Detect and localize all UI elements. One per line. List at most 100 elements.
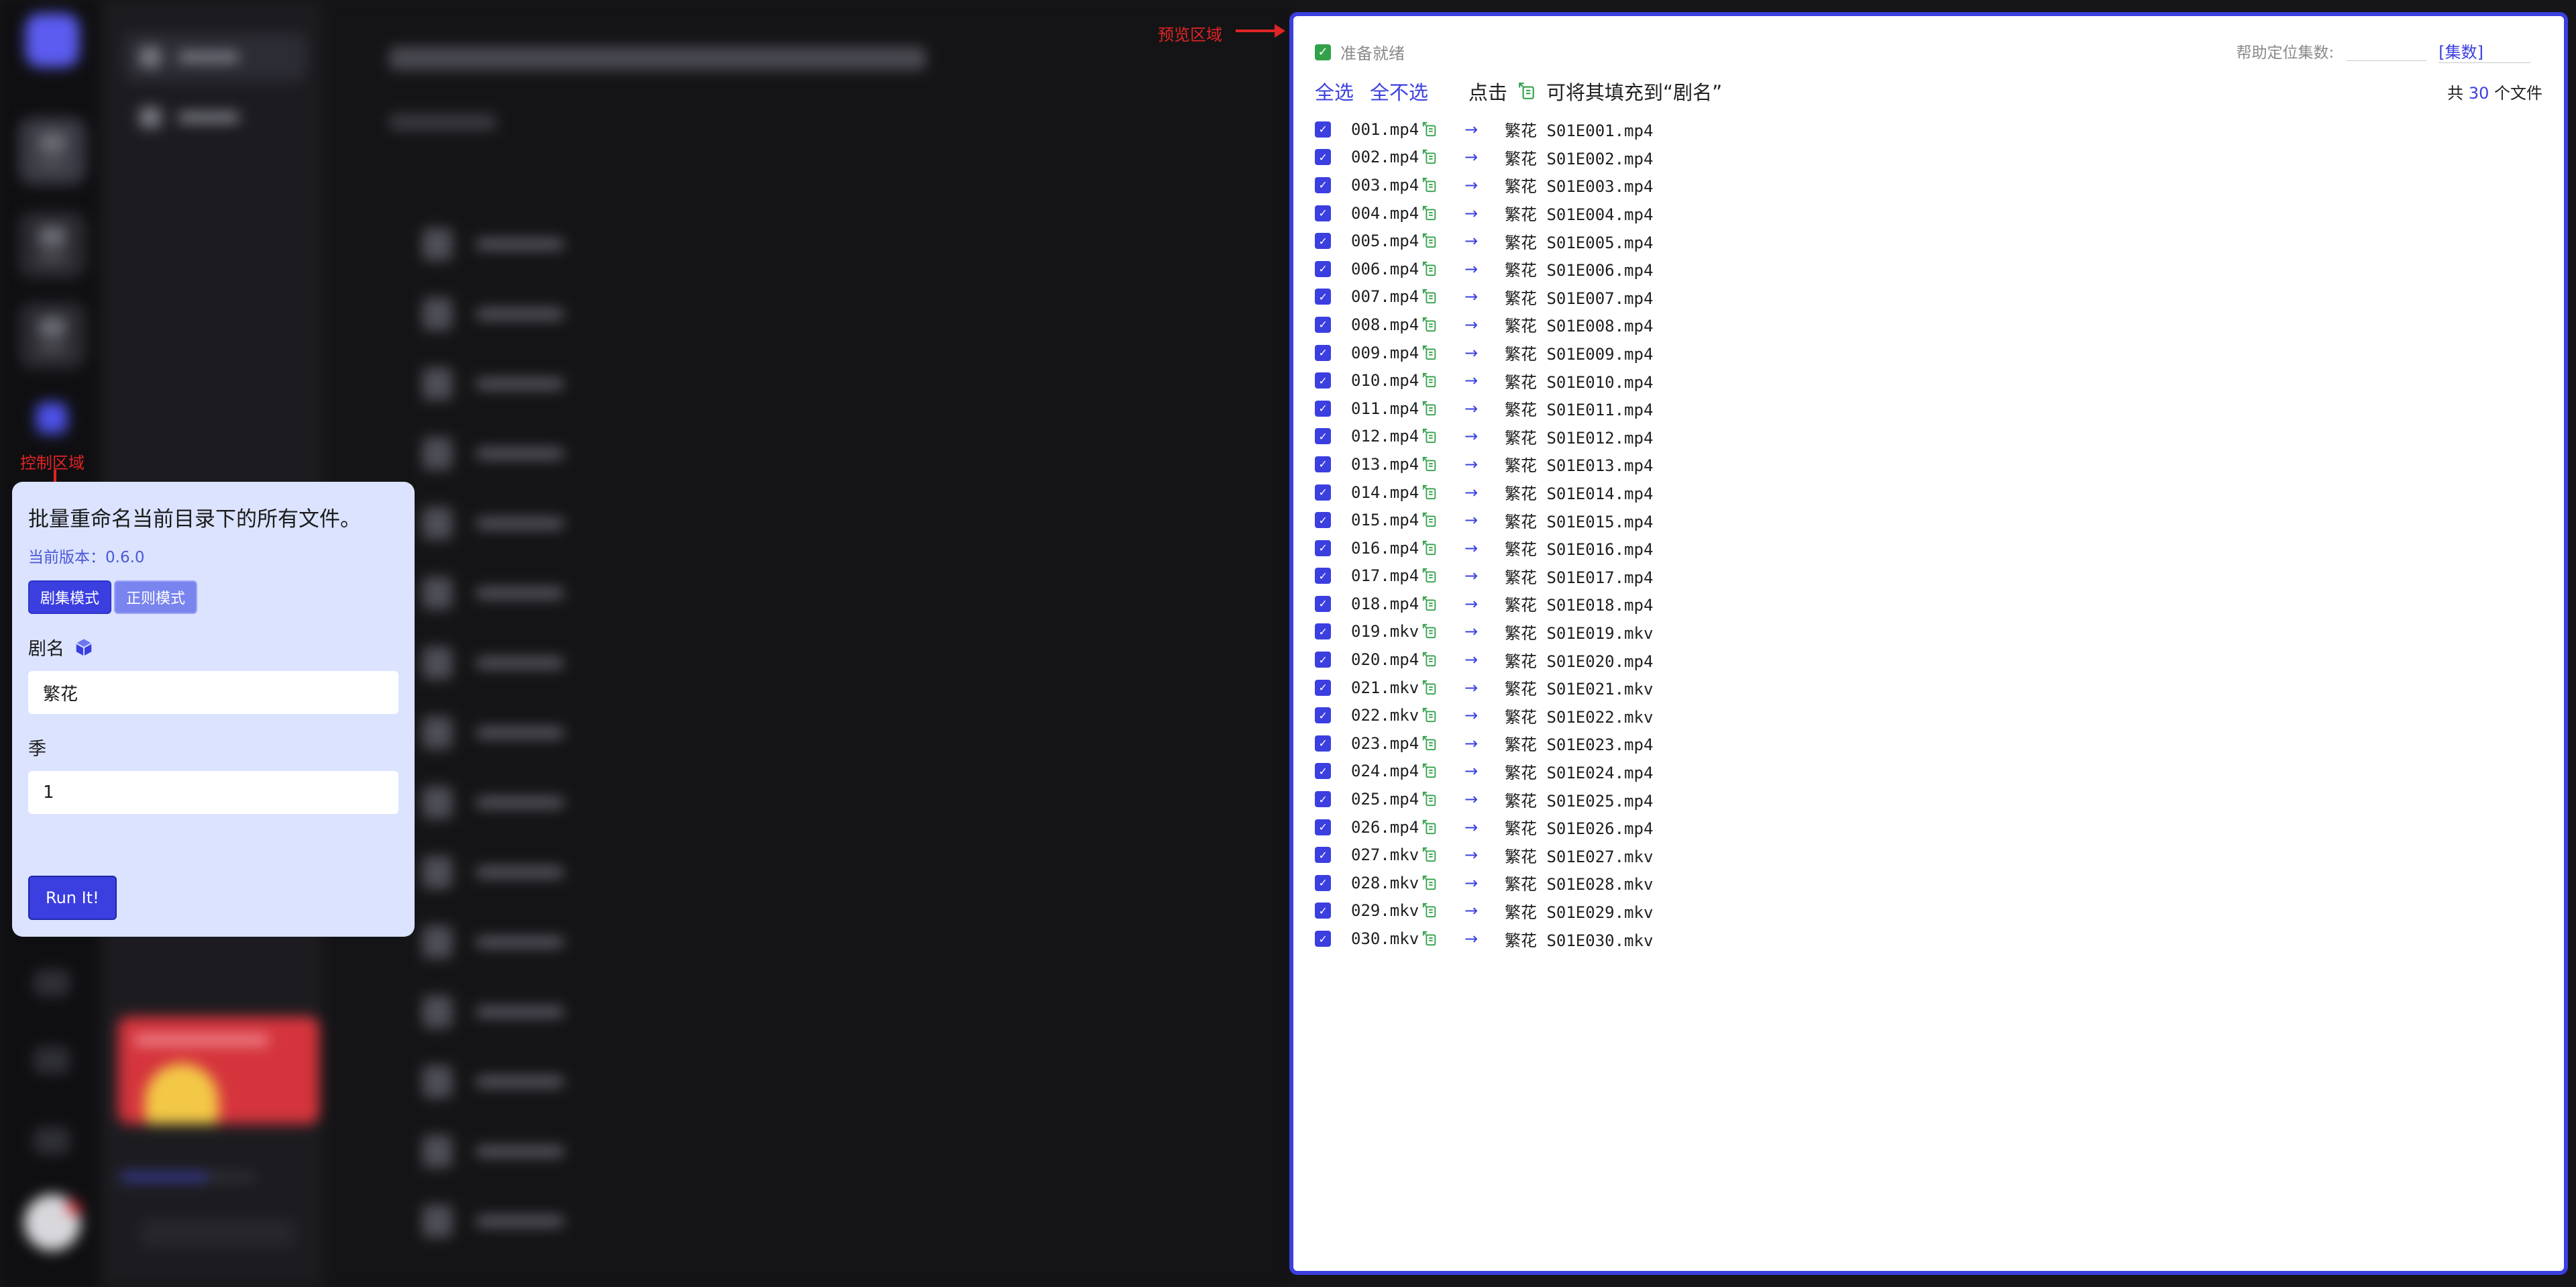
- checkbox-checked-icon[interactable]: ✓: [1315, 568, 1331, 584]
- select-none-link[interactable]: 全不选: [1370, 77, 1428, 105]
- fill-into-name-icon[interactable]: [1421, 791, 1438, 807]
- fill-into-name-icon[interactable]: [1421, 372, 1438, 389]
- file-row[interactable]: ✓ 028.mkv → 繁花 S01E028.mkv: [1315, 869, 1653, 897]
- file-row[interactable]: ✓ 021.mkv → 繁花 S01E021.mkv: [1315, 674, 1653, 702]
- fill-into-name-icon[interactable]: [1421, 401, 1438, 417]
- checkbox-checked-icon[interactable]: ✓: [1315, 735, 1331, 752]
- fill-into-name-icon[interactable]: [1421, 652, 1438, 668]
- file-row[interactable]: ✓ 007.mp4 → 繁花 S01E007.mp4: [1315, 283, 1653, 311]
- fill-into-name-icon[interactable]: [1421, 568, 1438, 584]
- fill-into-name-icon[interactable]: [1421, 177, 1438, 193]
- checkbox-checked-icon[interactable]: ✓: [1315, 260, 1331, 277]
- checkbox-checked-icon[interactable]: ✓: [1315, 539, 1331, 556]
- fill-into-name-icon[interactable]: [1421, 847, 1438, 863]
- file-row[interactable]: ✓ 029.mkv → 繁花 S01E029.mkv: [1315, 897, 1653, 925]
- file-row[interactable]: ✓ 015.mp4 → 繁花 S01E015.mp4: [1315, 506, 1653, 534]
- fill-into-name-icon[interactable]: [1421, 903, 1438, 919]
- fill-into-name-icon[interactable]: [1421, 205, 1438, 221]
- fill-into-name-icon[interactable]: [1421, 484, 1438, 501]
- file-row[interactable]: ✓ 006.mp4 → 繁花 S01E006.mp4: [1315, 255, 1653, 283]
- file-row[interactable]: ✓ 030.mkv → 繁花 S01E030.mkv: [1315, 925, 1653, 953]
- checkbox-checked-icon[interactable]: ✓: [1315, 400, 1331, 417]
- fill-into-name-icon[interactable]: [1421, 345, 1438, 361]
- file-row[interactable]: ✓ 003.mp4 → 繁花 S01E003.mp4: [1315, 171, 1653, 199]
- fill-into-name-icon[interactable]: [1421, 735, 1438, 752]
- file-row[interactable]: ✓ 016.mp4 → 繁花 S01E016.mp4: [1315, 534, 1653, 562]
- checkbox-checked-icon[interactable]: ✓: [1315, 484, 1331, 501]
- show-name-input[interactable]: 繁花: [28, 671, 398, 714]
- fill-into-name-icon[interactable]: [1421, 763, 1438, 779]
- fill-into-name-icon[interactable]: [1421, 875, 1438, 891]
- fill-into-name-icon[interactable]: [1421, 289, 1438, 305]
- checkbox-checked-icon[interactable]: ✓: [1315, 874, 1331, 891]
- checkbox-checked-icon[interactable]: ✓: [1315, 791, 1331, 808]
- checkbox-checked-icon[interactable]: ✓: [1315, 372, 1331, 389]
- fill-into-name-icon[interactable]: [1421, 233, 1438, 249]
- file-row[interactable]: ✓ 011.mp4 → 繁花 S01E011.mp4: [1315, 395, 1653, 423]
- file-row[interactable]: ✓ 023.mp4 → 繁花 S01E023.mp4: [1315, 729, 1653, 758]
- checkbox-checked-icon[interactable]: ✓: [1315, 428, 1331, 445]
- select-all-link[interactable]: 全选: [1315, 77, 1354, 105]
- file-row[interactable]: ✓ 026.mp4 → 繁花 S01E026.mp4: [1315, 813, 1653, 841]
- fill-into-name-icon[interactable]: [1421, 931, 1438, 947]
- fill-into-name-icon[interactable]: [1421, 317, 1438, 333]
- checkbox-checked-icon[interactable]: ✓: [1315, 763, 1331, 780]
- file-row[interactable]: ✓ 008.mp4 → 繁花 S01E008.mp4: [1315, 311, 1653, 339]
- fill-into-name-icon[interactable]: [1421, 680, 1438, 696]
- fill-into-name-icon[interactable]: [1421, 623, 1438, 639]
- fill-into-name-icon[interactable]: [1421, 707, 1438, 723]
- checkbox-checked-icon[interactable]: ✓: [1315, 819, 1331, 835]
- checkbox-checked-icon[interactable]: ✓: [1315, 149, 1331, 166]
- file-row[interactable]: ✓ 019.mkv → 繁花 S01E019.mkv: [1315, 618, 1653, 646]
- checkbox-checked-icon[interactable]: ✓: [1315, 176, 1331, 193]
- checkbox-checked-icon[interactable]: ✓: [1315, 233, 1331, 250]
- checkbox-checked-icon[interactable]: ✓: [1315, 652, 1331, 668]
- file-row[interactable]: ✓ 017.mp4 → 繁花 S01E017.mp4: [1315, 562, 1653, 590]
- season-input[interactable]: 1: [28, 771, 398, 814]
- cube-icon[interactable]: [74, 637, 94, 658]
- fill-into-name-icon[interactable]: [1421, 819, 1438, 835]
- file-row[interactable]: ✓ 022.mkv → 繁花 S01E022.mkv: [1315, 701, 1653, 729]
- tab-regex-mode[interactable]: 正则模式: [114, 580, 198, 614]
- file-row[interactable]: ✓ 013.mp4 → 繁花 S01E013.mp4: [1315, 450, 1653, 478]
- checkbox-checked-icon[interactable]: ✓: [1315, 512, 1331, 529]
- checkbox-checked-icon[interactable]: ✓: [1315, 903, 1331, 919]
- checkbox-checked-icon[interactable]: ✓: [1315, 289, 1331, 305]
- file-row[interactable]: ✓ 018.mp4 → 繁花 S01E018.mp4: [1315, 590, 1653, 618]
- run-button[interactable]: Run It!: [28, 876, 117, 920]
- fill-into-name-icon[interactable]: [1421, 540, 1438, 556]
- fill-into-name-icon[interactable]: [1421, 428, 1438, 444]
- fill-into-name-icon[interactable]: [1421, 261, 1438, 277]
- file-row[interactable]: ✓ 010.mp4 → 繁花 S01E010.mp4: [1315, 366, 1653, 395]
- file-row[interactable]: ✓ 005.mp4 → 繁花 S01E005.mp4: [1315, 227, 1653, 255]
- checkbox-checked-icon[interactable]: ✓: [1315, 121, 1331, 138]
- file-row[interactable]: ✓ 025.mp4 → 繁花 S01E025.mp4: [1315, 785, 1653, 813]
- file-row[interactable]: ✓ 014.mp4 → 繁花 S01E014.mp4: [1315, 478, 1653, 507]
- checkbox-checked-icon[interactable]: ✓: [1315, 707, 1331, 724]
- checkbox-checked-icon[interactable]: ✓: [1315, 456, 1331, 472]
- fill-into-name-icon[interactable]: [1421, 512, 1438, 528]
- checkbox-checked-icon[interactable]: ✓: [1315, 344, 1331, 361]
- checkbox-checked-icon[interactable]: ✓: [1315, 679, 1331, 696]
- file-row[interactable]: ✓ 002.mp4 → 繁花 S01E002.mp4: [1315, 144, 1653, 172]
- fill-into-name-icon[interactable]: [1421, 596, 1438, 612]
- checkbox-checked-icon[interactable]: ✓: [1315, 595, 1331, 612]
- file-row[interactable]: ✓ 009.mp4 → 繁花 S01E009.mp4: [1315, 339, 1653, 367]
- file-row[interactable]: ✓ 001.mp4 → 繁花 S01E001.mp4: [1315, 115, 1653, 144]
- episode-helper-input[interactable]: [2346, 42, 2427, 61]
- fill-into-name-icon[interactable]: [1421, 149, 1438, 165]
- checkbox-checked-icon[interactable]: ✓: [1315, 205, 1331, 221]
- fill-into-name-icon[interactable]: [1421, 121, 1438, 138]
- checkbox-checked-icon[interactable]: ✓: [1315, 931, 1331, 947]
- fill-into-name-icon[interactable]: [1421, 456, 1438, 472]
- file-row[interactable]: ✓ 004.mp4 → 繁花 S01E004.mp4: [1315, 199, 1653, 227]
- tab-episode-mode[interactable]: 剧集模式: [28, 580, 112, 614]
- checkbox-checked-icon[interactable]: ✓: [1315, 847, 1331, 864]
- checkbox-checked-icon[interactable]: ✓: [1315, 623, 1331, 640]
- file-row[interactable]: ✓ 027.mkv → 繁花 S01E027.mkv: [1315, 841, 1653, 869]
- file-row[interactable]: ✓ 012.mp4 → 繁花 S01E012.mp4: [1315, 423, 1653, 451]
- file-row[interactable]: ✓ 024.mp4 → 繁花 S01E024.mp4: [1315, 758, 1653, 786]
- episode-tag[interactable]: [集数]: [2438, 39, 2530, 63]
- checkbox-checked-icon[interactable]: ✓: [1315, 316, 1331, 333]
- file-row[interactable]: ✓ 020.mp4 → 繁花 S01E020.mp4: [1315, 646, 1653, 674]
